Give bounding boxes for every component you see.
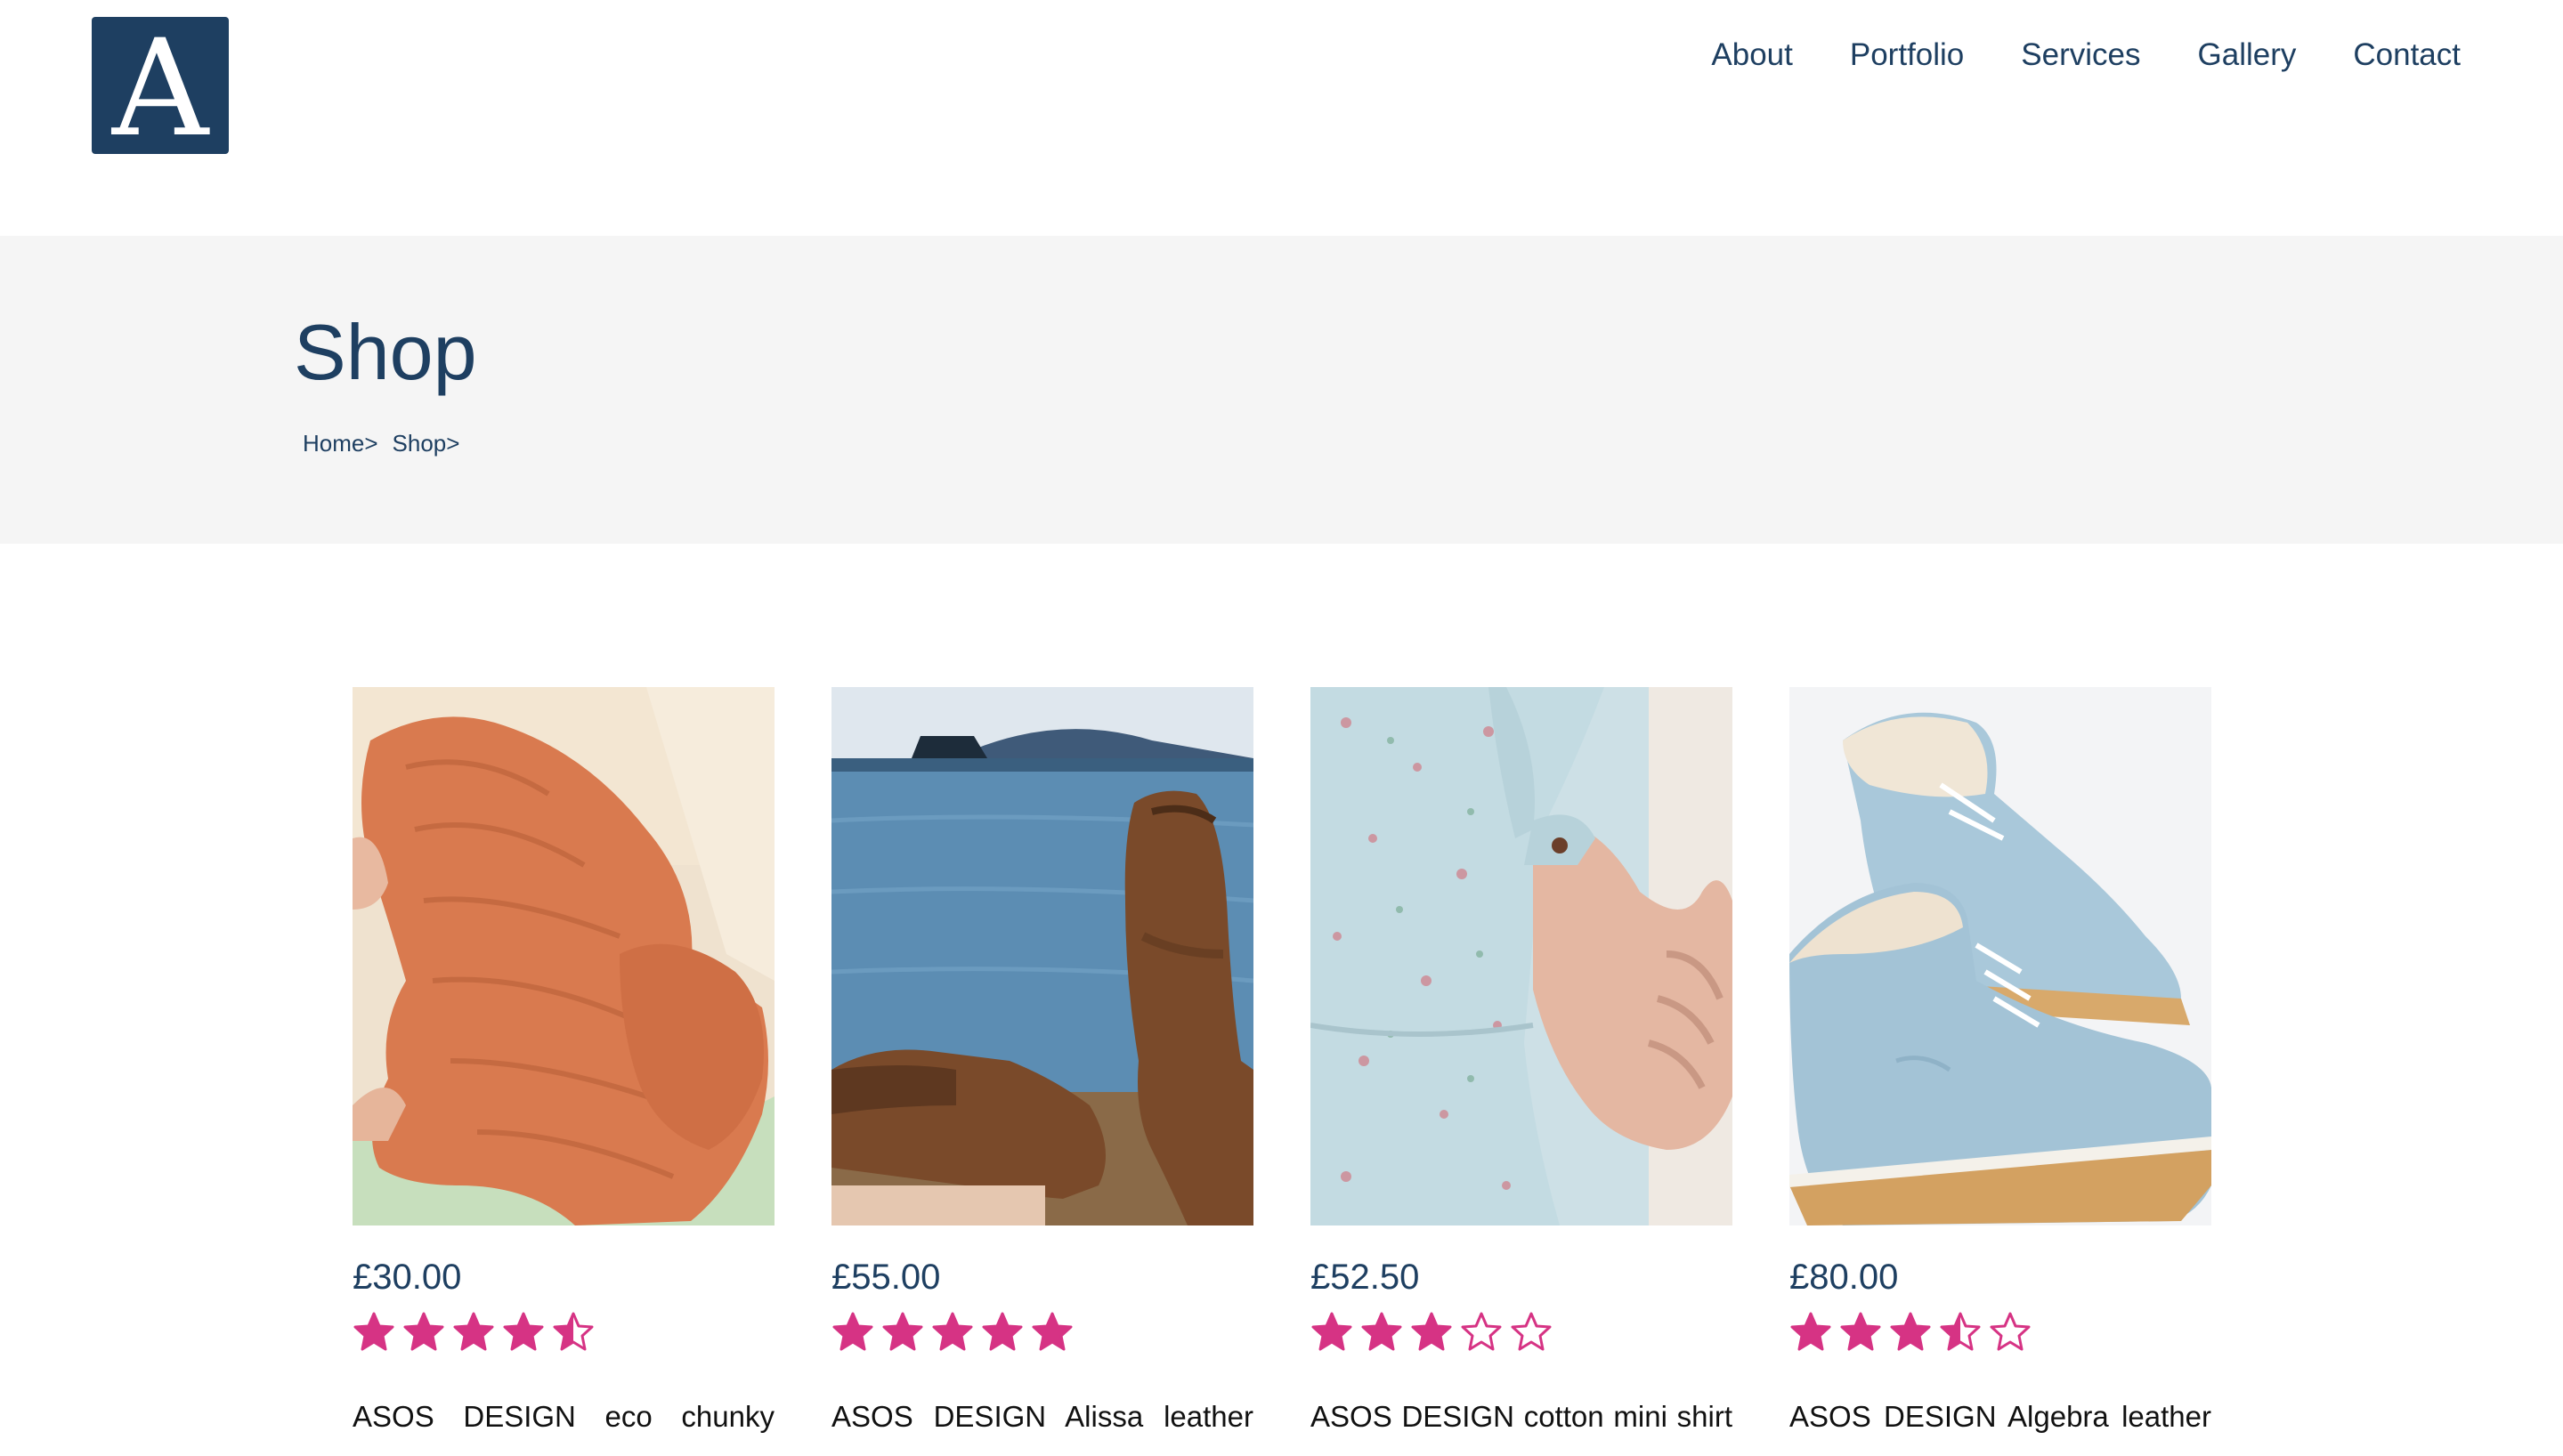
main-nav: About Portfolio Services Gallery Contact bbox=[1711, 37, 2461, 73]
product-grid: £30.00 ASOS DESIGN eco chunky £55.00 ASO… bbox=[353, 687, 2211, 1434]
breadcrumb: Home> Shop> bbox=[303, 430, 459, 457]
product-price: £30.00 bbox=[353, 1258, 462, 1297]
rating-stars bbox=[1789, 1311, 2211, 1355]
nav-portfolio[interactable]: Portfolio bbox=[1850, 37, 1964, 73]
star-full-icon bbox=[1361, 1312, 1402, 1351]
page-title: Shop bbox=[294, 308, 477, 396]
brand-logo[interactable]: A bbox=[92, 12, 229, 166]
product-description[interactable]: ASOS DESIGN Algebra leather bbox=[1789, 1400, 2211, 1434]
rating-stars bbox=[1310, 1311, 1732, 1355]
star-full-icon bbox=[1032, 1312, 1073, 1351]
star-full-icon bbox=[403, 1312, 444, 1351]
product-price: £52.50 bbox=[1310, 1258, 1420, 1297]
product-description[interactable]: ASOS DESIGN cotton mini shirt bbox=[1310, 1400, 1732, 1434]
product-card[interactable]: £80.00 ASOS DESIGN Algebra leather bbox=[1789, 687, 2211, 1434]
product-description[interactable]: ASOS DESIGN eco chunky bbox=[353, 1400, 775, 1434]
rating-stars bbox=[353, 1311, 775, 1355]
nav-contact[interactable]: Contact bbox=[2353, 37, 2461, 73]
star-full-icon bbox=[1411, 1312, 1452, 1351]
star-empty-icon bbox=[1461, 1312, 1502, 1351]
breadcrumb-home[interactable]: Home> bbox=[303, 430, 378, 457]
product-description[interactable]: ASOS DESIGN Alissa leather bbox=[831, 1400, 1253, 1434]
breadcrumb-shop[interactable]: Shop> bbox=[393, 430, 460, 457]
nav-about[interactable]: About bbox=[1711, 37, 1792, 73]
product-image-dress[interactable] bbox=[1310, 687, 1732, 1225]
star-empty-icon bbox=[1990, 1312, 2031, 1351]
star-full-icon bbox=[832, 1312, 873, 1351]
nav-gallery[interactable]: Gallery bbox=[2198, 37, 2297, 73]
star-full-icon bbox=[1790, 1312, 1831, 1351]
page-hero: Shop Home> Shop> bbox=[0, 236, 2563, 544]
site-header: A About Portfolio Services Gallery Conta… bbox=[0, 0, 2563, 236]
star-full-icon bbox=[982, 1312, 1023, 1351]
star-empty-icon bbox=[1511, 1312, 1552, 1351]
star-full-icon bbox=[453, 1312, 494, 1351]
star-full-icon bbox=[882, 1312, 923, 1351]
star-full-icon bbox=[1840, 1312, 1881, 1351]
product-price: £55.00 bbox=[831, 1258, 941, 1297]
product-image-blue-boots[interactable] bbox=[1789, 687, 2211, 1225]
star-full-icon bbox=[1311, 1312, 1352, 1351]
product-price: £80.00 bbox=[1789, 1258, 1899, 1297]
star-full-icon bbox=[1890, 1312, 1931, 1351]
rating-stars bbox=[831, 1311, 1253, 1355]
product-image-boots[interactable] bbox=[831, 687, 1253, 1225]
star-full-icon bbox=[503, 1312, 544, 1351]
product-image-sweater[interactable] bbox=[353, 687, 775, 1225]
product-card[interactable]: £52.50 ASOS DESIGN cotton mini shirt bbox=[1310, 687, 1732, 1434]
product-card[interactable]: £30.00 ASOS DESIGN eco chunky bbox=[353, 687, 775, 1434]
star-full-icon bbox=[932, 1312, 973, 1351]
star-half-icon bbox=[1940, 1312, 1981, 1351]
product-card[interactable]: £55.00 ASOS DESIGN Alissa leather bbox=[831, 687, 1253, 1434]
nav-services[interactable]: Services bbox=[2021, 37, 2140, 73]
logo-letter: A bbox=[111, 12, 209, 166]
star-full-icon bbox=[353, 1312, 394, 1351]
star-half-icon bbox=[553, 1312, 594, 1351]
